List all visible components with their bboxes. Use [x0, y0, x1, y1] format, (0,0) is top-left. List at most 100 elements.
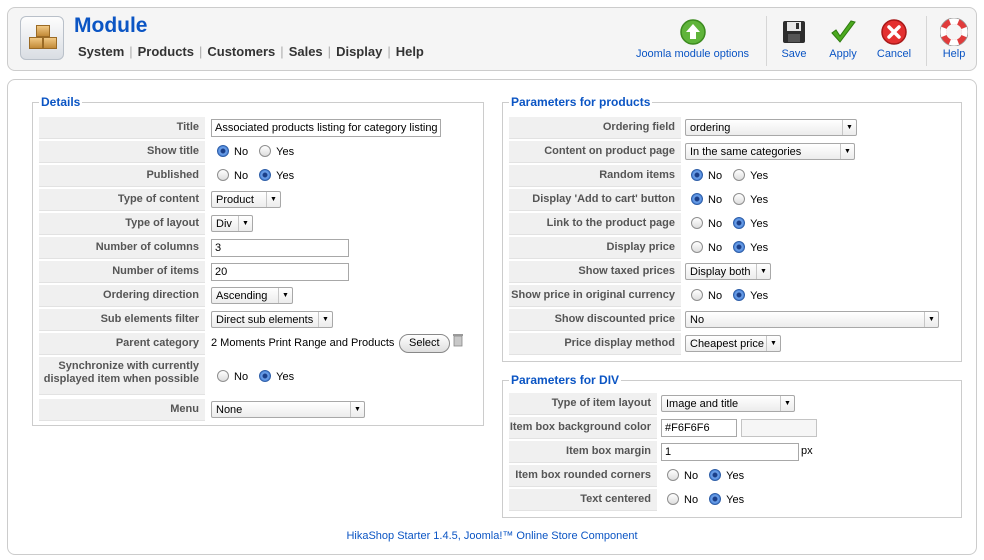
details-legend: Details	[39, 95, 83, 109]
trash-icon[interactable]	[453, 333, 463, 347]
show-title-no-radio[interactable]	[217, 145, 229, 157]
price-method-select[interactable]: Cheapest price ▼	[685, 335, 781, 352]
random-items-no-radio[interactable]	[691, 169, 703, 181]
menu-sales[interactable]: Sales	[289, 44, 323, 59]
joomla-options-button[interactable]: Joomla module options	[630, 18, 755, 60]
radio-yes-label: Yes	[726, 470, 745, 482]
select-category-button[interactable]: Select	[399, 334, 450, 353]
rounded-corners-label: Item box rounded corners	[509, 465, 657, 487]
display-price-label: Display price	[509, 237, 681, 259]
price-method-value: Cheapest price	[690, 338, 764, 350]
radio-yes-label: Yes	[750, 242, 769, 254]
cancel-x-icon	[881, 19, 907, 45]
bg-color-swatch[interactable]	[741, 419, 817, 437]
dropdown-arrow-icon: ▼	[318, 312, 332, 327]
dropdown-arrow-icon: ▼	[266, 192, 280, 207]
original-currency-radio-group: No Yes	[691, 289, 776, 305]
title-input[interactable]: Associated products listing for category…	[211, 119, 441, 137]
parent-category-label: Parent category	[39, 333, 205, 355]
synchronize-label: Synchronize with currently displayed ite…	[39, 357, 205, 395]
ordering-field-label: Ordering field	[509, 117, 681, 139]
radio-no-label: No	[708, 290, 723, 302]
published-radio-group: No Yes	[217, 169, 302, 185]
original-currency-yes-radio[interactable]	[733, 289, 746, 301]
footer-credit[interactable]: HikaShop Starter 1.4.5, Joomla!™ Online …	[8, 530, 976, 542]
radio-no-label: No	[684, 470, 699, 482]
products-legend: Parameters for products	[509, 95, 653, 109]
link-product-no-radio[interactable]	[691, 217, 703, 229]
radio-no-label: No	[708, 218, 723, 230]
bg-color-input[interactable]: #F6F6F6	[661, 419, 737, 437]
num-items-input[interactable]: 20	[211, 263, 349, 281]
display-price-yes-radio[interactable]	[733, 241, 746, 253]
text-centered-label: Text centered	[509, 489, 657, 511]
link-product-label: Link to the product page	[509, 213, 681, 235]
menu-customers[interactable]: Customers	[207, 44, 275, 59]
dropdown-arrow-icon: ▼	[924, 312, 938, 327]
menu-select[interactable]: None ▼	[211, 401, 365, 418]
display-price-no-radio[interactable]	[691, 241, 703, 253]
margin-unit: px	[801, 445, 813, 457]
main-menu: System | Products | Customers | Sales | Display |…	[78, 44, 424, 59]
menu-display[interactable]: Display	[336, 44, 382, 59]
cancel-button[interactable]: Cancel	[872, 18, 916, 60]
link-product-radio-group: No Yes	[691, 217, 776, 233]
content-product-value: In the same categories	[690, 146, 802, 158]
published-no-radio[interactable]	[217, 169, 229, 181]
link-product-yes-radio[interactable]	[733, 217, 746, 229]
content-product-select[interactable]: In the same categories ▼	[685, 143, 855, 160]
synchronize-yes-radio[interactable]	[259, 370, 272, 382]
discounted-price-select[interactable]: No ▼	[685, 311, 939, 328]
apply-label: Apply	[829, 48, 857, 60]
type-layout-select[interactable]: Div ▼	[211, 215, 253, 232]
num-columns-input[interactable]: 3	[211, 239, 349, 257]
original-currency-label: Show price in original currency	[509, 285, 681, 307]
ordering-direction-label: Ordering direction	[39, 285, 205, 307]
radio-yes-label: Yes	[750, 290, 769, 302]
published-yes-radio[interactable]	[259, 169, 272, 181]
ordering-field-select[interactable]: ordering ▼	[685, 119, 857, 136]
rounded-corners-yes-radio[interactable]	[709, 469, 722, 481]
menu-help[interactable]: Help	[396, 44, 424, 59]
save-button[interactable]: Save	[774, 18, 814, 60]
add-to-cart-yes-radio[interactable]	[733, 193, 746, 205]
div-legend: Parameters for DIV	[509, 373, 622, 387]
ordering-direction-select[interactable]: Ascending ▼	[211, 287, 293, 304]
num-items-label: Number of items	[39, 261, 205, 283]
radio-no-label: No	[684, 494, 699, 506]
original-currency-no-radio[interactable]	[691, 289, 703, 301]
rounded-corners-no-radio[interactable]	[667, 469, 679, 481]
text-centered-no-radio[interactable]	[667, 493, 679, 505]
ordering-direction-value: Ascending	[216, 290, 268, 302]
cancel-label: Cancel	[876, 48, 912, 60]
radio-no-label: No	[234, 170, 249, 182]
radio-yes-label: Yes	[750, 218, 769, 230]
random-items-yes-radio[interactable]	[733, 169, 746, 181]
dropdown-arrow-icon: ▼	[842, 120, 856, 135]
type-content-select[interactable]: Product ▼	[211, 191, 281, 208]
type-content-label: Type of content	[39, 189, 205, 211]
taxed-prices-select[interactable]: Display both ▼	[685, 263, 771, 280]
add-to-cart-radio-group: No Yes	[691, 193, 776, 209]
radio-yes-label: Yes	[276, 371, 295, 383]
add-to-cart-no-radio[interactable]	[691, 193, 703, 205]
text-centered-yes-radio[interactable]	[709, 493, 722, 505]
apply-button[interactable]: Apply	[822, 18, 864, 60]
help-button[interactable]: Help	[936, 18, 972, 60]
title-label: Title	[39, 117, 205, 139]
add-to-cart-label: Display 'Add to cart' button	[509, 189, 681, 211]
parent-category-value: 2 Moments Print Range and Products	[211, 337, 395, 349]
type-content-value: Product	[216, 194, 254, 206]
synchronize-no-radio[interactable]	[217, 370, 229, 382]
radio-no-label: No	[234, 146, 249, 158]
margin-input[interactable]: 1	[661, 443, 799, 461]
main-panel: Details Title Associated products listin…	[7, 79, 977, 555]
show-title-yes-radio[interactable]	[259, 145, 272, 157]
item-layout-select[interactable]: Image and title ▼	[661, 395, 795, 412]
num-columns-label: Number of columns	[39, 237, 205, 259]
menu-products[interactable]: Products	[138, 44, 194, 59]
menu-system[interactable]: System	[78, 44, 124, 59]
details-fieldset: Details Title Associated products listin…	[32, 95, 484, 426]
sub-filter-select[interactable]: Direct sub elements ▼	[211, 311, 333, 328]
show-title-radio-group: No Yes	[217, 145, 302, 161]
